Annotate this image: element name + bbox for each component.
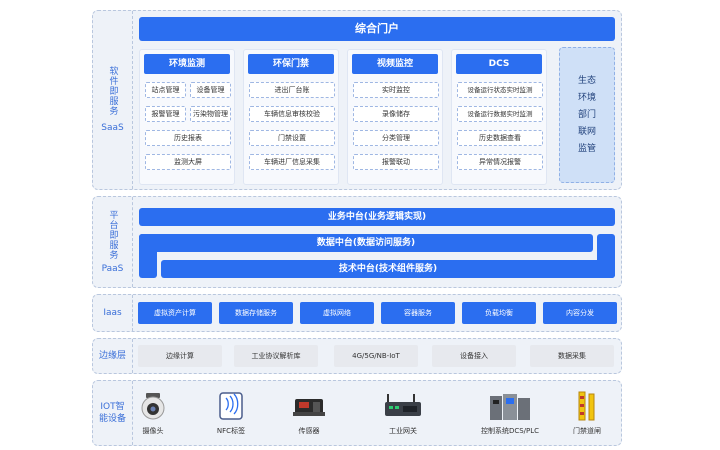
list-item: 报警联动	[353, 154, 439, 170]
gateway-icon	[385, 394, 421, 416]
saas-panel: 软件即服务 SaaS 综合门户 环境监测 站点管理 设备管理 报警管理 污染物管…	[92, 10, 622, 190]
control-cabinet-icon	[490, 394, 530, 420]
list-item: 录像储存	[353, 106, 439, 122]
device-name: 摄像头	[142, 427, 164, 435]
camera-icon	[141, 393, 165, 420]
list-item: 监测大屏	[145, 154, 231, 170]
list-item: 历史报表	[145, 130, 231, 146]
edge-item: 设备接入	[432, 345, 516, 367]
column-title: DCS	[456, 54, 542, 74]
list-item: 分类管理	[353, 130, 439, 146]
iaas-item: 容器服务	[381, 302, 455, 324]
list-item: 设备管理	[190, 82, 231, 98]
flow-connector-left	[139, 234, 157, 278]
saas-label: 软件即服务 SaaS	[93, 11, 133, 189]
edge-item: 数据采集	[530, 345, 614, 367]
side-text: 生态	[577, 75, 596, 86]
portal-bar: 综合门户	[139, 17, 615, 41]
device-name: 工业网关	[389, 427, 417, 435]
edge-label: 边缘层	[93, 339, 133, 373]
edge-item: 边缘计算	[138, 345, 222, 367]
side-text: 监管	[577, 143, 596, 154]
column-title: 环境监测	[144, 54, 230, 74]
device-nfc: NFC标签	[191, 390, 271, 438]
saas-column-dcs: DCS 设备运行状态实时监测 设备运行数据实时监测 历史数据查看 异常情况报警	[451, 49, 547, 185]
device-control-system: 控制系统DCS/PLC	[465, 390, 555, 438]
list-item: 进出厂台账	[249, 82, 335, 98]
barrier-gate-icon	[578, 391, 595, 421]
list-item: 门禁设置	[249, 130, 335, 146]
sensor-icon	[293, 399, 325, 416]
device-name: 传感器	[298, 427, 320, 435]
nfc-tag-icon	[219, 392, 243, 420]
list-item: 设备运行状态实时监测	[457, 82, 543, 98]
paas-label: 平台即服务 PaaS	[93, 197, 133, 287]
list-item: 车辆信息审核校验	[249, 106, 335, 122]
device-name: 控制系统DCS/PLC	[480, 427, 540, 435]
list-item: 站点管理	[145, 82, 186, 98]
paas-label-main: 平台即服务	[107, 209, 118, 260]
side-text: 联网	[577, 126, 596, 137]
list-item: 车辆进厂信息采集	[249, 154, 335, 170]
device-name: NFC标签	[216, 427, 246, 435]
saas-label-sub: SaaS	[101, 123, 124, 133]
iaas-item: 内容分发	[543, 302, 617, 324]
iaas-item: 数据存储服务	[219, 302, 293, 324]
device-gateway: 工业网关	[363, 390, 443, 438]
edge-item: 4G/5G/NB-IoT	[334, 345, 418, 367]
business-middle-platform-bar: 业务中台(业务逻辑实现)	[139, 208, 615, 226]
device-barrier-gate: 门禁道闸	[547, 390, 627, 438]
edge-item: 工业协议解析库	[234, 345, 318, 367]
saas-column-access-control: 环保门禁 进出厂台账 车辆信息审核校验 门禁设置 车辆进厂信息采集	[243, 49, 339, 185]
iaas-item: 负载均衡	[462, 302, 536, 324]
flow-connector-right	[597, 234, 615, 278]
iaas-item: 虚拟网络	[300, 302, 374, 324]
list-item: 实时监控	[353, 82, 439, 98]
data-middle-platform-bar: 数据中台(数据访问服务)	[139, 234, 593, 252]
column-title: 视频监控	[352, 54, 438, 74]
column-title: 环保门禁	[248, 54, 334, 74]
saas-column-env-monitor: 环境监测 站点管理 设备管理 报警管理 污染物管理 历史报表 监测大屏	[139, 49, 235, 185]
device-name: 门禁道闸	[573, 427, 601, 435]
iaas-item: 虚拟资产计算	[138, 302, 212, 324]
device-camera: 摄像头	[113, 390, 193, 438]
ecology-supervision-box: 生态 环境 部门 联网 监管	[559, 47, 615, 183]
list-item: 异常情况报警	[457, 154, 543, 170]
saas-column-video: 视频监控 实时监控 录像储存 分类管理 报警联动	[347, 49, 443, 185]
device-sensor: 传感器	[269, 390, 349, 438]
saas-label-main: 软件即服务	[107, 66, 118, 116]
side-text: 部门	[577, 109, 596, 120]
list-item: 报警管理	[145, 106, 186, 122]
side-text: 环境	[577, 92, 596, 103]
paas-panel: 平台即服务 PaaS 业务中台(业务逻辑实现) 数据中台(数据访问服务) 技术中…	[92, 196, 622, 288]
list-item: 历史数据查看	[457, 130, 543, 146]
tech-middle-platform-bar: 技术中台(技术组件服务)	[161, 260, 615, 278]
list-item: 污染物管理	[190, 106, 231, 122]
iaas-label: Iaas	[93, 295, 133, 331]
paas-label-sub: PaaS	[101, 263, 124, 274]
list-item: 设备运行数据实时监测	[457, 106, 543, 122]
